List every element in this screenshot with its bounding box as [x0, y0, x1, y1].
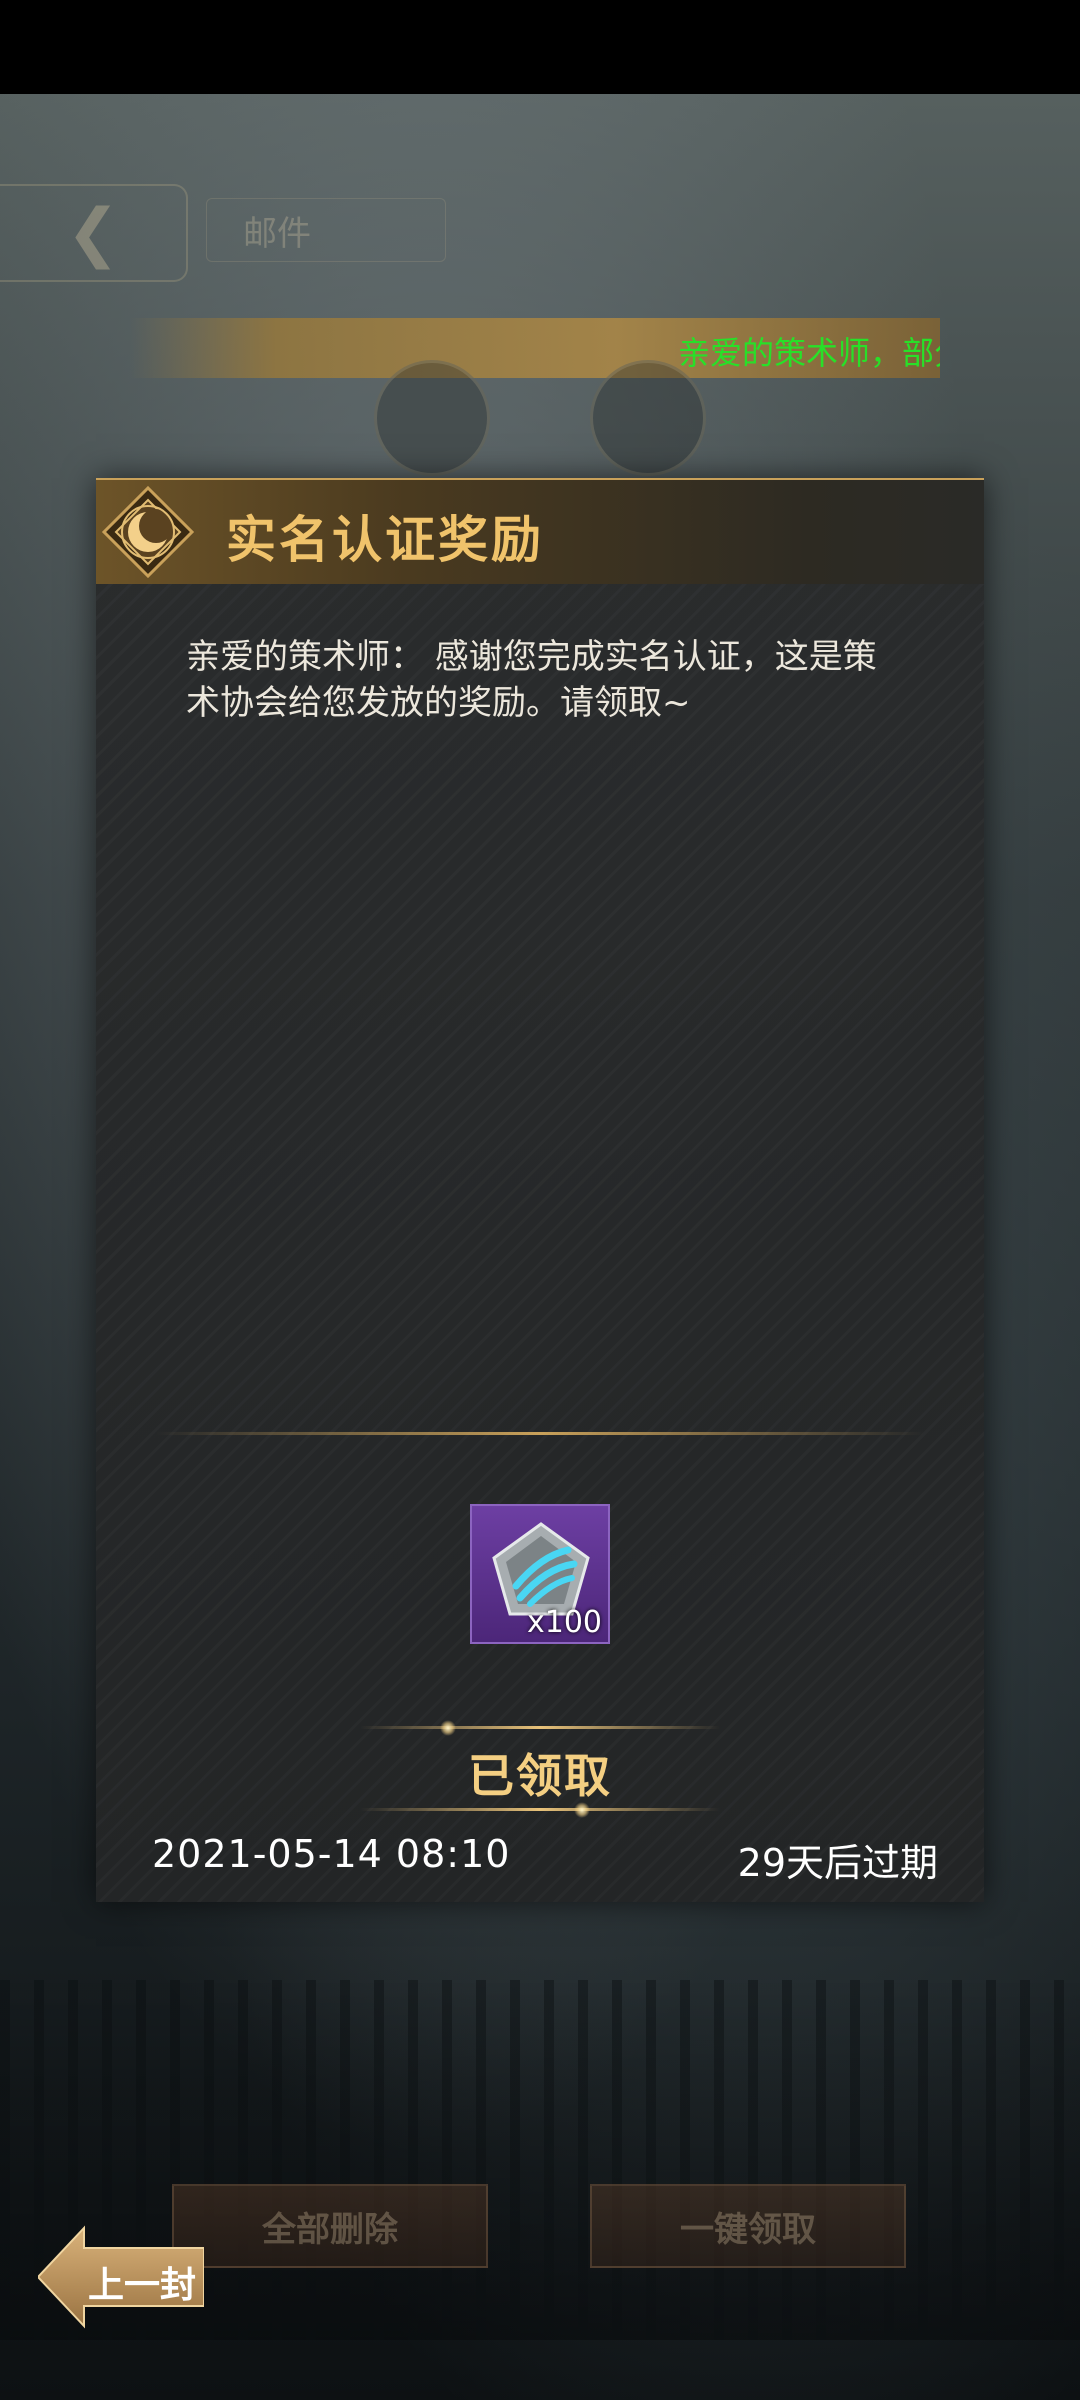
dialog-title: 实名认证奖励	[226, 511, 544, 569]
marquee-text: 亲爱的策术师，部分	[678, 334, 940, 372]
glow-line-bottom	[360, 1808, 720, 1811]
claim-status-banner: 已领取	[360, 1718, 720, 1828]
page-title: 邮件	[243, 213, 311, 254]
mail-date: 2021-05-14 08:10	[152, 1832, 511, 1876]
sparkle-icon	[574, 1802, 590, 1818]
back-chevron-icon: ❮	[66, 196, 120, 270]
claim-all-button[interactable]: 一键领取	[590, 2184, 906, 2268]
claim-status-label: 已领取	[468, 1749, 612, 1803]
sparkle-icon	[440, 1720, 456, 1736]
announcement-marquee: 亲爱的策术师，部分	[130, 318, 940, 378]
tab-mail-icon[interactable]	[374, 360, 490, 476]
mail-expiry: 29天后过期	[737, 1841, 938, 1885]
delete-all-button[interactable]: 全部删除	[172, 2184, 488, 2268]
dialog-header: 实名认证奖励	[96, 478, 984, 584]
moon-emblem-icon	[100, 484, 196, 580]
previous-mail-button[interactable]: 上一封	[38, 2222, 204, 2332]
reward-quantity: x100	[526, 1605, 602, 1640]
previous-mail-label: 上一封	[88, 2265, 197, 2306]
tab-notice-icon[interactable]	[590, 360, 706, 476]
reward-item[interactable]: x100	[470, 1504, 610, 1644]
header-title-box: 邮件	[206, 198, 446, 262]
back-button[interactable]: ❮	[0, 184, 188, 282]
mail-body-text: 亲爱的策术师： 感谢您完成实名认证，这是策术协会给您发放的奖励。请领取~	[186, 637, 877, 723]
divider	[156, 1432, 924, 1435]
mail-detail-dialog: 实名认证奖励 亲爱的策术师： 感谢您完成实名认证，这是策术协会给您发放的奖励。请…	[96, 478, 984, 1902]
glow-line-top	[360, 1726, 720, 1729]
status-bar	[0, 0, 1080, 94]
